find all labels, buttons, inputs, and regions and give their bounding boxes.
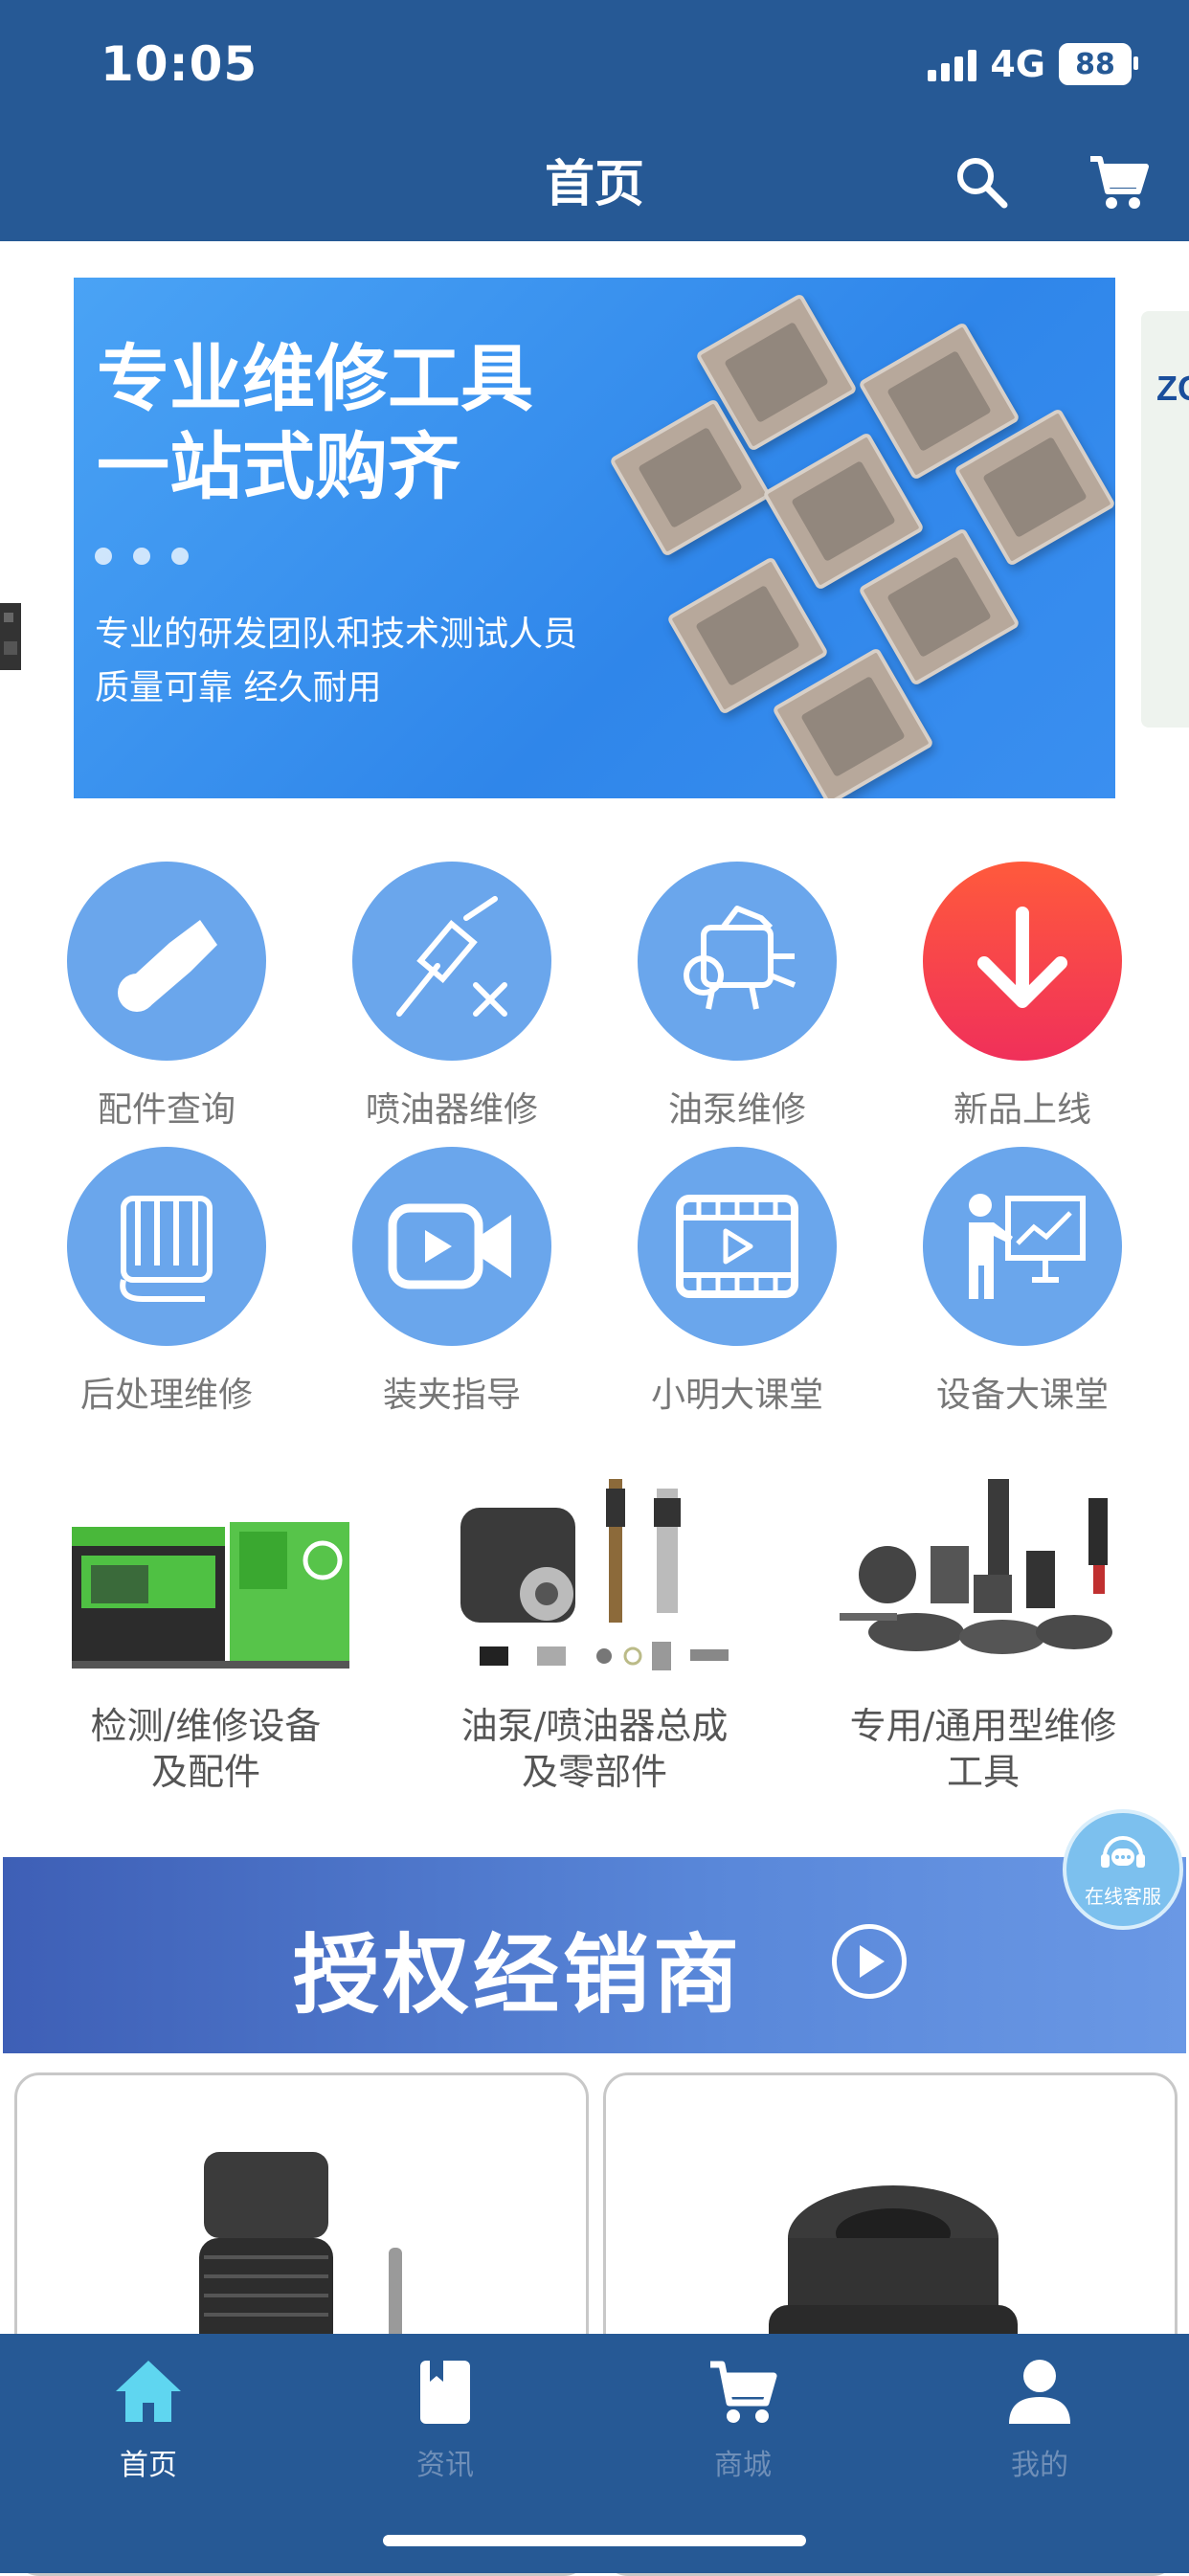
banner-dot [133, 548, 150, 565]
grid-item-label: 后处理维修 [79, 1376, 253, 1415]
grid-item-pump-repair[interactable]: 油泵维修 [594, 862, 881, 1131]
grid-item-new-arrival[interactable]: 新品上线 [879, 862, 1166, 1131]
home-indicator[interactable] [383, 2535, 806, 2546]
video-play-icon [676, 1195, 798, 1298]
tab-label: 资讯 [416, 2449, 474, 2482]
category-label: 油泵/喷油器总成 及零部件 [460, 1705, 729, 1793]
next-slide-peek[interactable]: ZO [1141, 311, 1189, 728]
grid-item-label: 喷油器维修 [365, 1090, 538, 1130]
tab-mall[interactable]: 商城 [647, 2353, 839, 2483]
service-label: 在线客服 [1085, 1884, 1161, 1908]
aftertreatment-icon [120, 1196, 213, 1302]
play-icon [832, 1924, 907, 1999]
grid-item-aftertreatment[interactable]: 后处理维修 [23, 1147, 310, 1417]
banner-dot [95, 548, 112, 565]
category-test-equipment[interactable]: 检测/维修设备 及配件 [34, 1469, 378, 1795]
grid-item-clamp-guide[interactable]: 装夹指导 [308, 1147, 595, 1417]
tool-kits-image [572, 278, 1115, 798]
grid-item-equipment-class[interactable]: 设备大课堂 [879, 1147, 1166, 1417]
tab-mine[interactable]: 我的 [944, 2353, 1135, 2483]
grid-item-label: 设备大课堂 [935, 1376, 1109, 1415]
banner-dot [171, 548, 189, 565]
category-repair-tools[interactable]: 专用/通用型维修 工具 [811, 1469, 1155, 1795]
banner-subtitle: 专业的研发团队和技术测试人员 质量可靠 经久耐用 [95, 615, 578, 707]
repair-tools-image [840, 1479, 1112, 1654]
tab-news[interactable]: 资讯 [349, 2353, 541, 2483]
home-icon [116, 2361, 181, 2422]
cart-icon[interactable] [1087, 151, 1150, 214]
pump-repair-icon [684, 906, 796, 1010]
hero-banner[interactable]: 专业维修工具 一站式购齐 专业的研发团队和技术测试人员 质量可靠 经久耐用 [74, 278, 1115, 798]
teacher-board-icon [969, 1194, 1086, 1299]
dealer-title: 授权经销商 [293, 1925, 743, 2026]
tab-label: 首页 [120, 2449, 177, 2482]
network-type: 4G [990, 43, 1045, 85]
tab-label: 商城 [714, 2449, 772, 2482]
category-label: 检测/维修设备 及配件 [90, 1705, 322, 1793]
grid-item-label: 装夹指导 [382, 1376, 521, 1415]
category-label: 专用/通用型维修 工具 [849, 1705, 1117, 1793]
banner-pagination [95, 548, 189, 565]
status-indicators: 4G 88 [928, 40, 1138, 88]
status-time: 10:05 [101, 36, 258, 92]
news-icon [420, 2361, 470, 2424]
tab-home[interactable]: 首页 [53, 2353, 244, 2483]
authorized-dealer-banner[interactable]: 授权经销商 [3, 1857, 1186, 2053]
battery-icon: 88 [1059, 43, 1138, 85]
user-icon [1009, 2360, 1070, 2424]
part-search-icon [118, 920, 217, 1012]
video-camera-icon [388, 1203, 511, 1289]
injector-repair-icon [396, 896, 507, 1017]
category-pump-injector[interactable]: 油泵/喷油器总成 及零部件 [422, 1469, 767, 1795]
top-header: 10:05 4G 88 首页 [0, 0, 1189, 241]
prev-slide-peek[interactable] [0, 584, 29, 689]
tab-label: 我的 [1011, 2449, 1068, 2482]
page-title: 首页 [544, 156, 644, 213]
grid-item-label: 新品上线 [953, 1090, 1091, 1130]
online-service-button[interactable]: 在线客服 [1063, 1809, 1183, 1930]
cart-icon [710, 2361, 777, 2423]
search-icon[interactable] [953, 153, 1010, 211]
grid-item-label: 配件查询 [97, 1090, 236, 1130]
test-equipment-image [72, 1522, 349, 1669]
grid-item-label: 小明大课堂 [650, 1376, 823, 1415]
grid-item-label: 油泵维修 [667, 1090, 806, 1130]
grid-item-xiaoming-class[interactable]: 小明大课堂 [594, 1147, 881, 1417]
pump-injector-image [460, 1479, 729, 1670]
headset-chat-icon [1101, 1835, 1145, 1868]
new-arrival-icon [977, 907, 1067, 1008]
grid-item-part-search[interactable]: 配件查询 [23, 862, 310, 1131]
next-slide-text: ZO [1156, 369, 1189, 408]
grid-item-injector-repair[interactable]: 喷油器维修 [308, 862, 595, 1131]
banner-title: 专业维修工具 一站式购齐 [97, 336, 533, 509]
signal-icon [928, 47, 977, 81]
